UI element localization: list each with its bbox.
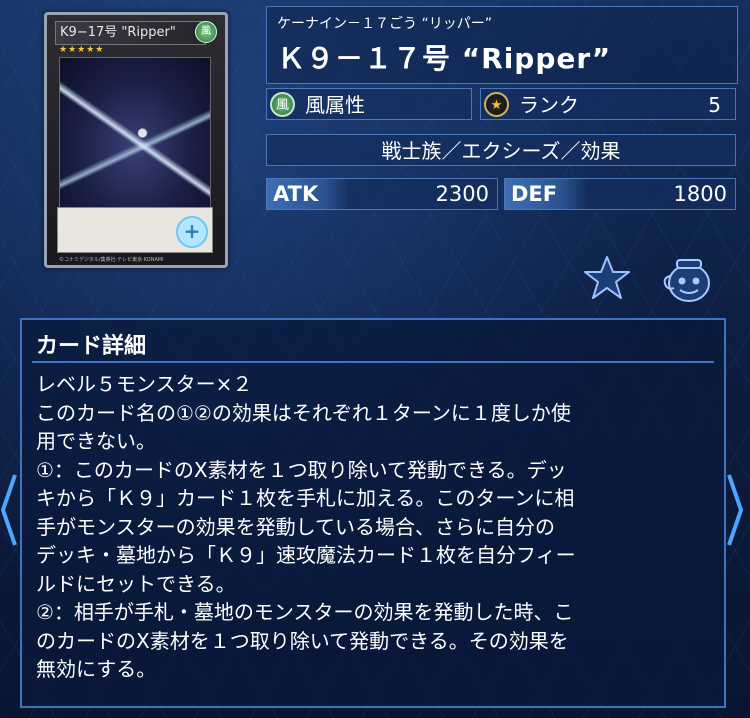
rank-field: ★ ランク 5 [480, 88, 736, 120]
atk-field: ATK 2300 [266, 178, 498, 210]
atk-value: 2300 [435, 182, 489, 206]
detail-line: 手がモンスターの効果を発動している場合、さらに自分の [36, 514, 555, 539]
rank-value: 5 [708, 93, 721, 117]
detail-text: レベル５モンスター×２ このカード名の①②の効果はそれぞれ１ターンに１度しか使 … [36, 370, 714, 684]
detail-line: ルドにセットできる。 [36, 571, 236, 596]
atk-label: ATK [267, 179, 349, 209]
detail-line: ①：このカードのX素材を１つ取り除いて発動できる。デッ [36, 457, 567, 482]
star-outline-icon[interactable] [582, 254, 632, 302]
wind-attribute-icon: 風 [270, 92, 295, 117]
rank-star-icon: ★ [484, 92, 509, 117]
detail-line: このカード名の①②の効果はそれぞれ１ターンに１度しか使 [36, 400, 571, 425]
card-rank-stars: ★★★★★ [59, 45, 105, 55]
card-text-box: + [57, 207, 213, 253]
card-copyright: ©コナミデジタル/集英社·テレビ東京·KONAMI [59, 257, 164, 263]
card-name-ruby: ケーナイン－１７ごう “リッパー” [277, 16, 492, 32]
card-image[interactable]: K9−17号 "Ripper" 風 ★★★★★ + ©コナミデジタル/集英社·テ… [44, 12, 228, 268]
zoom-in-icon[interactable]: + [176, 216, 208, 248]
def-field: DEF 1800 [504, 178, 736, 210]
attribute-field: 風 風属性 [266, 88, 472, 120]
card-detail-panel: カード詳細 レベル５モンスター×２ このカード名の①②の効果はそれぞれ１ターンに… [20, 318, 726, 708]
detail-line: レベル５モンスター×２ [36, 372, 253, 396]
def-label: DEF [505, 179, 587, 209]
detail-line: ②：相手が手札・墓地のモンスターの効果を発動した時、こ [36, 600, 574, 624]
card-name-box: ケーナイン－１７ごう “リッパー” Ｋ９－１７号 “Ripper” [266, 6, 738, 84]
rank-label: ランク [519, 93, 579, 117]
detail-heading: カード詳細 [36, 334, 147, 359]
detail-line: キから「Ｋ９」カード１枚を手札に加える。このターンに相 [36, 486, 575, 510]
detail-line: デッキ・墓地から「Ｋ９」速攻魔法カード１枚を自分フィー [36, 543, 576, 567]
card-artwork [59, 57, 211, 209]
chevron-right-icon[interactable] [726, 470, 744, 550]
card-attribute-icon: 風 [195, 21, 217, 43]
detail-divider [32, 361, 714, 363]
def-value: 1800 [673, 182, 727, 206]
detail-line: のカードのX素材を１つ取り除いて発動できる。その効果を [36, 628, 569, 653]
chevron-left-icon[interactable] [0, 470, 18, 550]
type-field: 戦士族／エクシーズ／効果 [266, 134, 736, 166]
attribute-label: 風属性 [305, 93, 365, 117]
card-name-title: Ｋ９－１７号 “Ripper” [277, 42, 612, 75]
detail-line: 用できない。 [36, 429, 156, 453]
detail-line: 無効にする。 [36, 657, 157, 681]
type-line: 戦士族／エクシーズ／効果 [381, 139, 621, 163]
card-image-name: K9−17号 "Ripper" [55, 21, 206, 45]
deck-pot-icon[interactable] [660, 254, 714, 304]
